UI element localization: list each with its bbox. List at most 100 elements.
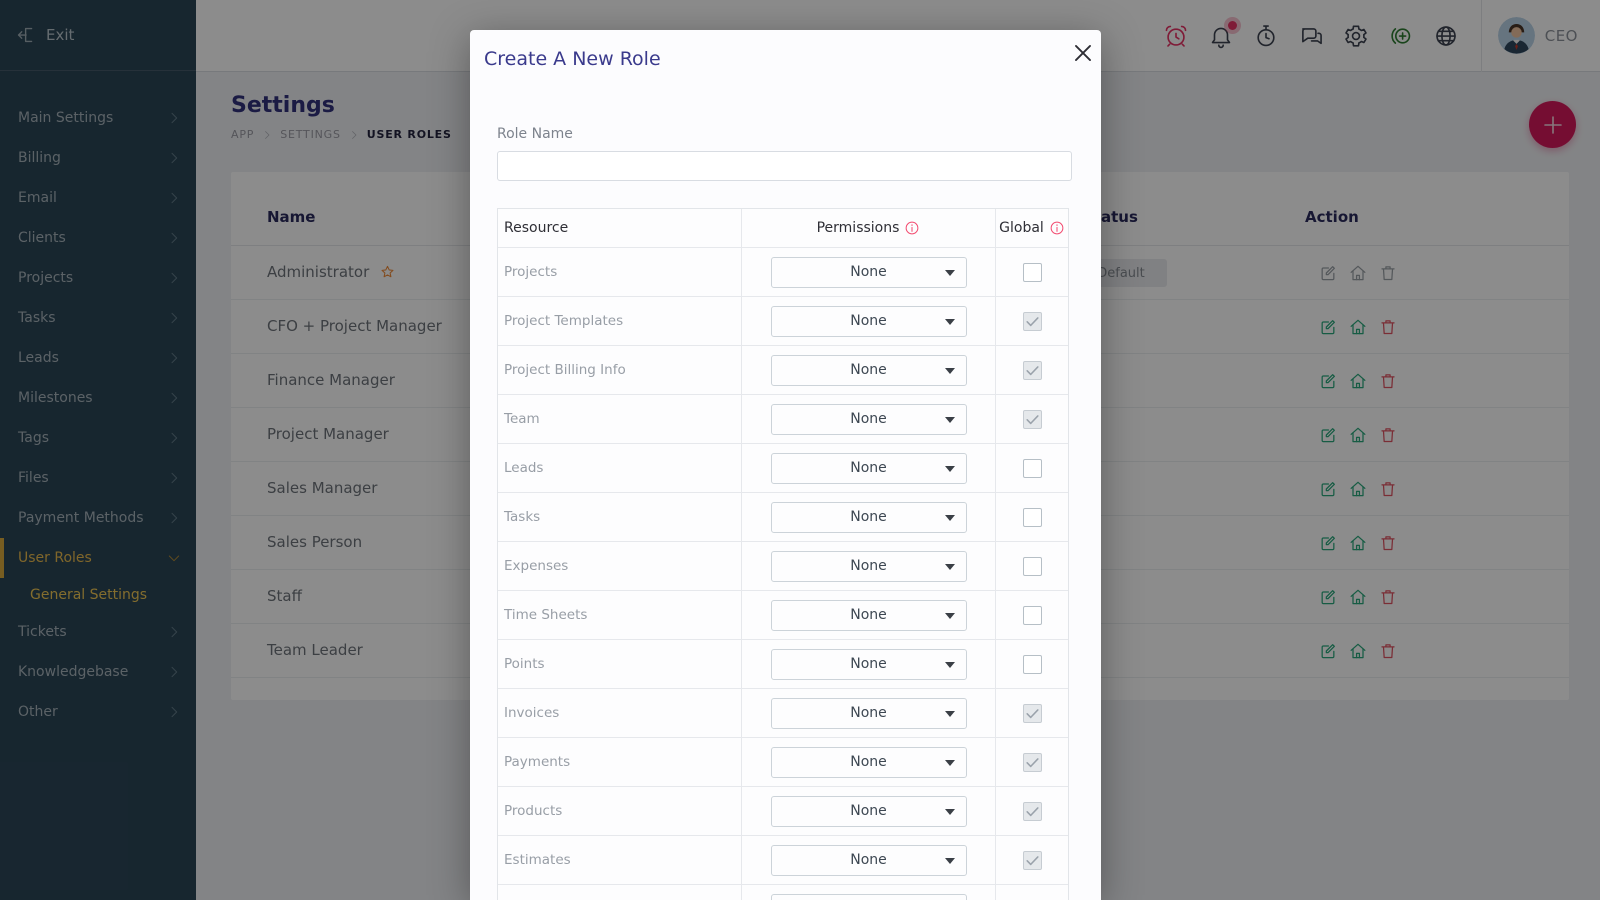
permission-select-value: None [850, 656, 887, 672]
global-cell [995, 346, 1068, 394]
permissions-cell: None [741, 297, 995, 345]
resource-cell: Products [498, 787, 741, 835]
global-checkbox-time-sheets[interactable] [1022, 605, 1042, 625]
permission-select-products[interactable]: None [770, 795, 967, 827]
resource-label: Products [504, 803, 563, 819]
global-cell [995, 444, 1068, 492]
resource-label: Estimates [504, 852, 571, 868]
global-checkbox-team [1022, 409, 1042, 429]
resource-label: Projects [504, 264, 558, 280]
permission-select-value: None [850, 362, 887, 378]
resource-cell: Time Sheets [498, 591, 741, 639]
global-header-label: Global [999, 220, 1044, 236]
global-cell [995, 542, 1068, 590]
permission-select-value: None [850, 411, 887, 427]
global-checkbox-invoices [1022, 703, 1042, 723]
global-checkbox-products [1022, 801, 1042, 821]
resource-label: Leads [504, 460, 544, 476]
permission-select-leads[interactable]: None [770, 452, 967, 484]
permission-select-value: None [850, 558, 887, 574]
permission-select-points[interactable]: None [770, 648, 967, 680]
global-cell [995, 885, 1068, 900]
permissions-info-icon[interactable] [904, 220, 920, 236]
close-icon[interactable] [1070, 40, 1096, 66]
permissions-table-header: Resource Permissions Global [498, 209, 1068, 247]
permission-select-value: None [850, 754, 887, 770]
caret-down-icon [944, 759, 955, 766]
caret-down-icon [944, 661, 955, 668]
caret-down-icon [944, 808, 955, 815]
permission-select-value: None [850, 313, 887, 329]
permissions-cell: None [741, 591, 995, 639]
resource-label: Tasks [504, 509, 541, 525]
permissions-cell: None [741, 542, 995, 590]
resource-cell: Tasks [498, 493, 741, 541]
permission-select-recurring-invoices[interactable]: None [770, 893, 967, 900]
global-cell [995, 689, 1068, 737]
permissions-cell: None [741, 885, 995, 900]
role-name-input[interactable] [497, 151, 1072, 181]
global-checkbox-tasks[interactable] [1022, 507, 1042, 527]
permission-select-team[interactable]: None [770, 403, 967, 435]
resource-label: Payments [504, 754, 571, 770]
global-cell [995, 836, 1068, 884]
permission-row-estimates: Estimates None [498, 835, 1068, 884]
permission-select-value: None [850, 852, 887, 868]
global-checkbox-projects[interactable] [1022, 262, 1042, 282]
permission-select-project-templates[interactable]: None [770, 305, 967, 337]
resource-cell: Project Templates [498, 297, 741, 345]
resource-cell: Recurring Invoices [498, 885, 741, 900]
resource-label: Expenses [504, 558, 569, 574]
global-info-icon[interactable] [1049, 220, 1065, 236]
permission-select-expenses[interactable]: None [770, 550, 967, 582]
permission-select-value: None [850, 460, 887, 476]
resource-cell: Points [498, 640, 741, 688]
resource-cell: Leads [498, 444, 741, 492]
permissions-header-label: Permissions [816, 220, 900, 236]
permission-select-value: None [850, 509, 887, 525]
permission-select-value: None [850, 803, 887, 819]
global-checkbox-expenses[interactable] [1022, 556, 1042, 576]
global-cell [995, 493, 1068, 541]
caret-down-icon [944, 857, 955, 864]
role-name-label: Role Name [497, 126, 573, 142]
app-root: Exit Main Settings Billing Email Clients Pro… [0, 0, 1600, 900]
global-checkbox-points[interactable] [1022, 654, 1042, 674]
permission-select-estimates[interactable]: None [770, 844, 967, 876]
resource-label: Invoices [504, 705, 560, 721]
permission-row-points: Points None [498, 639, 1068, 688]
resource-cell: Expenses [498, 542, 741, 590]
global-cell [995, 640, 1068, 688]
create-role-modal: Create A New Role Role Name Resource Per… [470, 30, 1101, 900]
permissions-cell: None [741, 787, 995, 835]
resource-label: Project Templates [504, 313, 624, 329]
global-column-header: Global [995, 209, 1068, 247]
caret-down-icon [944, 465, 955, 472]
permission-row-team: Team None [498, 394, 1068, 443]
permission-select-value: None [850, 264, 887, 280]
global-checkbox-leads[interactable] [1022, 458, 1042, 478]
permission-select-projects[interactable]: None [770, 256, 967, 288]
global-cell [995, 787, 1068, 835]
permission-select-payments[interactable]: None [770, 746, 967, 778]
resource-label: Points [504, 656, 545, 672]
permissions-column-header: Permissions [741, 209, 995, 247]
global-cell [995, 248, 1068, 296]
permission-select-value: None [850, 607, 887, 623]
resource-label: Team [504, 411, 540, 427]
permission-row-leads: Leads None [498, 443, 1068, 492]
permission-select-invoices[interactable]: None [770, 697, 967, 729]
permission-select-time-sheets[interactable]: None [770, 599, 967, 631]
global-cell [995, 395, 1068, 443]
global-cell [995, 738, 1068, 786]
permission-select-project-billing-info[interactable]: None [770, 354, 967, 386]
resource-column-header: Resource [504, 220, 569, 236]
permission-select-tasks[interactable]: None [770, 501, 967, 533]
permission-row-products: Products None [498, 786, 1068, 835]
caret-down-icon [944, 710, 955, 717]
resource-label: Time Sheets [504, 607, 588, 623]
permissions-cell: None [741, 689, 995, 737]
global-checkbox-project-templates [1022, 311, 1042, 331]
permission-row-invoices: Invoices None [498, 688, 1068, 737]
caret-down-icon [944, 416, 955, 423]
